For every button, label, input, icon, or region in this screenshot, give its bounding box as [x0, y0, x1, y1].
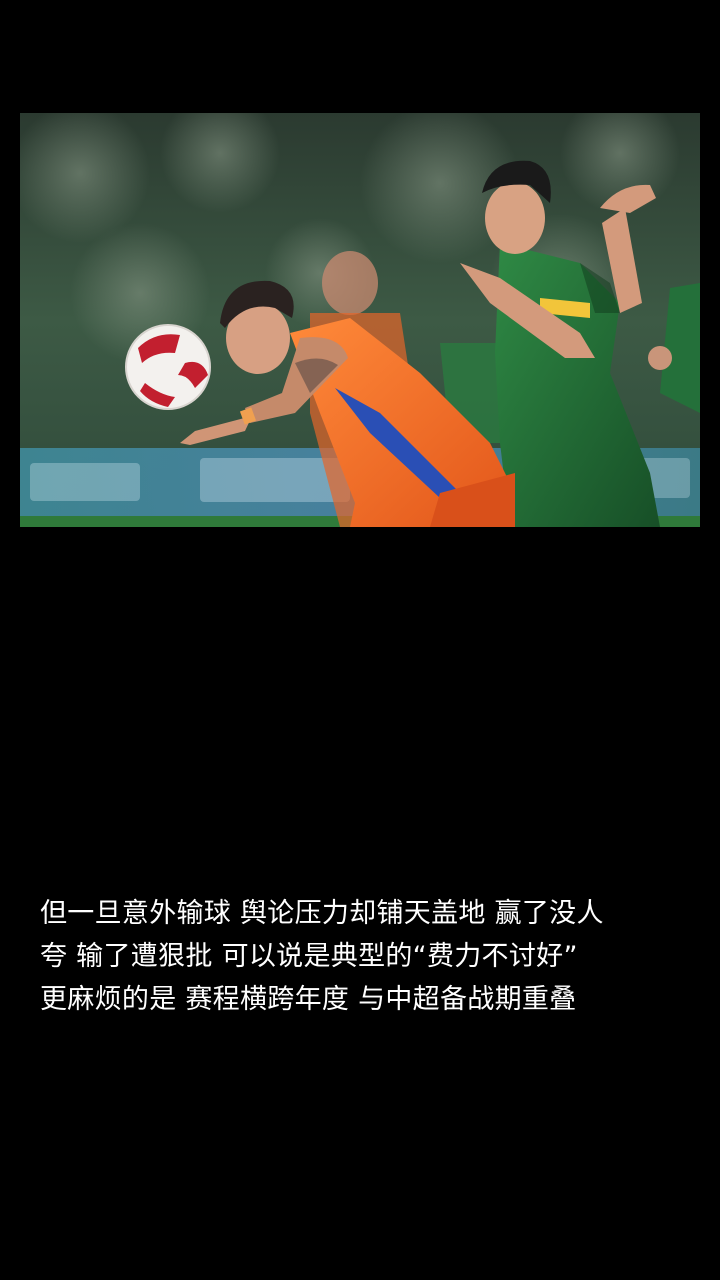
subtitle-caption: 但一旦意外输球 舆论压力却铺天盖地 赢了没人 夸 输了遭狠批 可以说是典型的“费…: [40, 892, 685, 1021]
caption-line-3: 更麻烦的是 赛程横跨年度 与中超备战期重叠: [40, 984, 577, 1015]
match-photo: [20, 113, 700, 527]
caption-line-1: 但一旦意外输球 舆论压力却铺天盖地 赢了没人: [40, 898, 604, 929]
caption-line-2: 夸 输了遭狠批 可以说是典型的“费力不讨好”: [40, 941, 578, 972]
match-photo-illustration: [20, 113, 700, 527]
